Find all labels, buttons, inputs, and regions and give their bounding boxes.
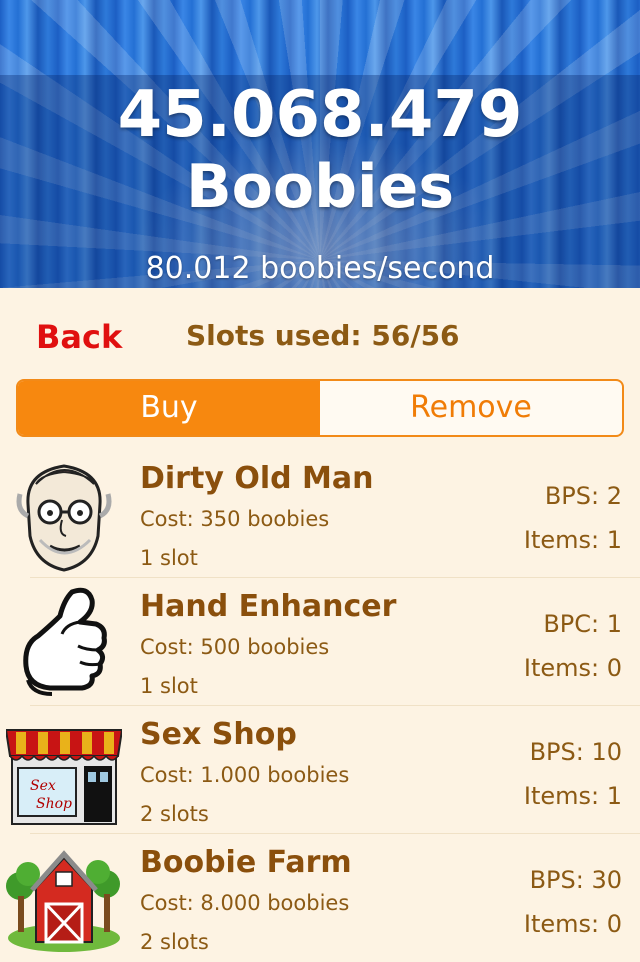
- barn-icon: [6, 838, 122, 958]
- item-cost: Cost: 8.000 boobies: [140, 891, 350, 915]
- rate-per-second: 80.012 boobies/second: [145, 251, 495, 286]
- item-count: Items: 0: [523, 910, 622, 938]
- item-name: Hand Enhancer: [140, 589, 397, 624]
- item-slots: 1 slot: [140, 546, 198, 570]
- old-man-icon: [6, 454, 122, 574]
- hand-icon: [6, 582, 122, 702]
- shop-icon: Sex Shop: [4, 710, 124, 830]
- item-count: Items: 1: [523, 526, 622, 554]
- item-count: Items: 0: [523, 654, 622, 682]
- item-name: Boobie Farm: [140, 845, 352, 880]
- back-button[interactable]: Back: [36, 316, 122, 358]
- item-rate: BPC: 1: [543, 610, 622, 638]
- item-rate: BPS: 10: [529, 738, 622, 766]
- item-slots: 2 slots: [140, 930, 209, 954]
- item-rate: BPS: 2: [544, 482, 622, 510]
- item-name: Dirty Old Man: [140, 461, 374, 496]
- list-item[interactable]: Hand Enhancer Cost: 500 boobies 1 slot B…: [0, 578, 640, 706]
- item-cost: Cost: 500 boobies: [140, 635, 330, 659]
- item-name: Sex Shop: [140, 717, 297, 752]
- score-unit: Boobies: [185, 152, 455, 222]
- slots-used-label: Slots used: 56/56: [186, 319, 460, 352]
- tab-buy[interactable]: Buy: [18, 381, 320, 435]
- buy-remove-segmented-control: Buy Remove: [16, 379, 624, 437]
- header-banner: 45.068.479 Boobies 80.012 boobies/second: [0, 0, 640, 288]
- shop-sign-text: Shop: [36, 796, 72, 812]
- list-item[interactable]: Boobie Farm Cost: 8.000 boobies 2 slots …: [0, 834, 640, 962]
- item-slots: 1 slot: [140, 674, 198, 698]
- item-cost: Cost: 350 boobies: [140, 507, 330, 531]
- list-item[interactable]: Sex Shop Sex Shop Cost: 1.000 boobies 2 …: [0, 706, 640, 834]
- score-counter: 45.068.479: [117, 78, 523, 152]
- tab-remove[interactable]: Remove: [320, 381, 622, 435]
- item-cost: Cost: 1.000 boobies: [140, 763, 350, 787]
- list-item[interactable]: Dirty Old Man Cost: 350 boobies 1 slot B…: [0, 450, 640, 578]
- item-slots: 2 slots: [140, 802, 209, 826]
- item-rate: BPS: 30: [529, 866, 622, 894]
- shop-sign-text: Sex: [30, 778, 56, 794]
- item-count: Items: 1: [523, 782, 622, 810]
